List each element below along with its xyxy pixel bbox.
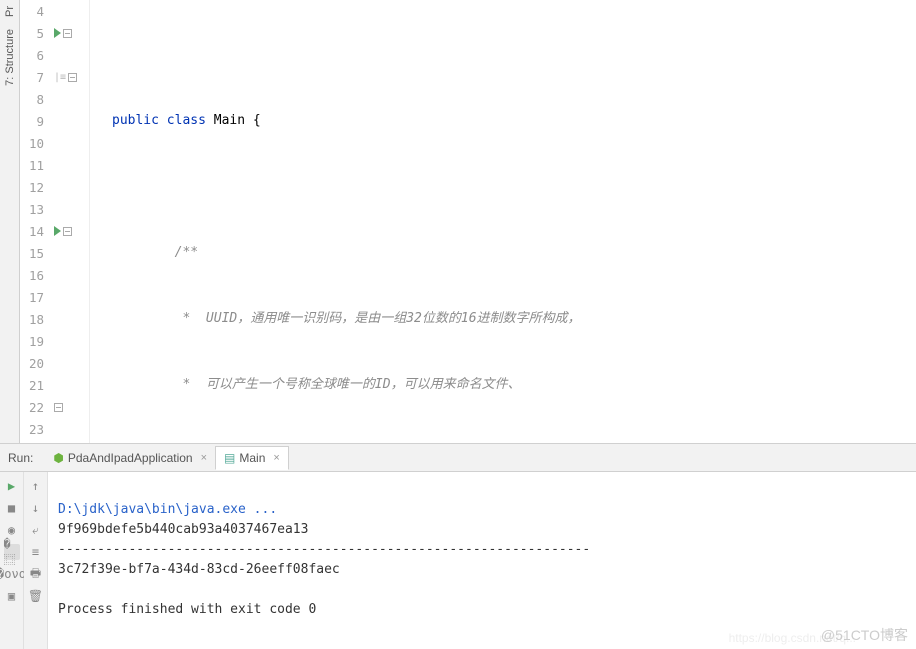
line-number: 7 — [20, 70, 50, 85]
scroll-end-icon[interactable]: ≡ — [28, 544, 44, 560]
run-label: Run: — [8, 451, 33, 465]
console-output[interactable]: D:\jdk\java\bin\java.exe ... 9f969bdefe5… — [48, 472, 916, 649]
down-icon[interactable]: ↓ — [28, 500, 44, 516]
code-editor[interactable]: public class Main { /** * UUID，通用唯一识别码，是… — [90, 0, 916, 443]
close-icon[interactable]: × — [273, 452, 279, 464]
fold-icon[interactable] — [63, 29, 72, 38]
layout-icon[interactable]: �⿴ — [4, 544, 20, 560]
line-number: 18 — [20, 312, 50, 327]
line-number: 9 — [20, 114, 50, 129]
doc-marker-icon: |≡ — [54, 72, 66, 83]
print-icon[interactable]: 🖶 — [28, 566, 44, 582]
editor-gutter: 4 5 6 7 |≡ 8 9 10 11 12 13 14 15 16 17 18… — [20, 0, 90, 443]
soft-wrap-icon[interactable]: ⤶ — [28, 522, 44, 538]
rerun-icon[interactable]: ▶ — [4, 478, 20, 494]
line-number: 10 — [20, 136, 50, 151]
watermark-51cto: @51CTO博客 — [821, 625, 908, 645]
line-number: 15 — [20, 246, 50, 261]
line-number: 17 — [20, 290, 50, 305]
fold-icon[interactable] — [54, 403, 63, 412]
line-number: 6 — [20, 48, 50, 63]
line-number: 8 — [20, 92, 50, 107]
tool-window-bar-left: Pr 7: Structure — [0, 0, 20, 443]
run-tab-main[interactable]: ▤ Main× — [215, 446, 289, 470]
spring-icon: ⬢ — [53, 451, 63, 465]
line-number: 22 — [20, 400, 50, 415]
fold-icon[interactable] — [63, 227, 72, 236]
line-number: 16 — [20, 268, 50, 283]
run-gutter-icon[interactable] — [54, 226, 61, 236]
project-tool-tab[interactable]: Pr — [4, 0, 16, 23]
run-gutter-icon[interactable] — [54, 28, 61, 38]
line-number: 12 — [20, 180, 50, 195]
fold-icon[interactable] — [68, 73, 77, 82]
line-number: 13 — [20, 202, 50, 217]
line-number: 5 — [20, 26, 50, 41]
app-icon: ▤ — [224, 451, 235, 465]
line-number: 11 — [20, 158, 50, 173]
line-number: 23 — [20, 422, 50, 437]
line-number: 4 — [20, 4, 50, 19]
exit-icon[interactable]: �ονο — [4, 566, 20, 582]
up-icon[interactable]: ↑ — [28, 478, 44, 494]
stop-icon[interactable]: ■ — [4, 500, 20, 516]
run-tab-pda[interactable]: ⬢ PdaAndIpadApplication× — [45, 447, 215, 469]
pin-icon[interactable]: ▣ — [4, 588, 20, 604]
line-number: 20 — [20, 356, 50, 371]
line-number: 19 — [20, 334, 50, 349]
run-toolbar-primary: ▶ ■ ◉ �⿴ �ονο ▣ — [0, 472, 24, 649]
run-toolbar-secondary: ↑ ↓ ⤶ ≡ 🖶 🗑 — [24, 472, 48, 649]
trash-icon[interactable]: 🗑 — [28, 588, 44, 604]
structure-tool-tab[interactable]: 7: Structure — [4, 23, 16, 92]
line-number: 21 — [20, 378, 50, 393]
line-number: 14 — [20, 224, 50, 239]
close-icon[interactable]: × — [201, 452, 207, 464]
run-tool-window-header: Run: ⬢ PdaAndIpadApplication× ▤ Main× — [0, 444, 916, 472]
